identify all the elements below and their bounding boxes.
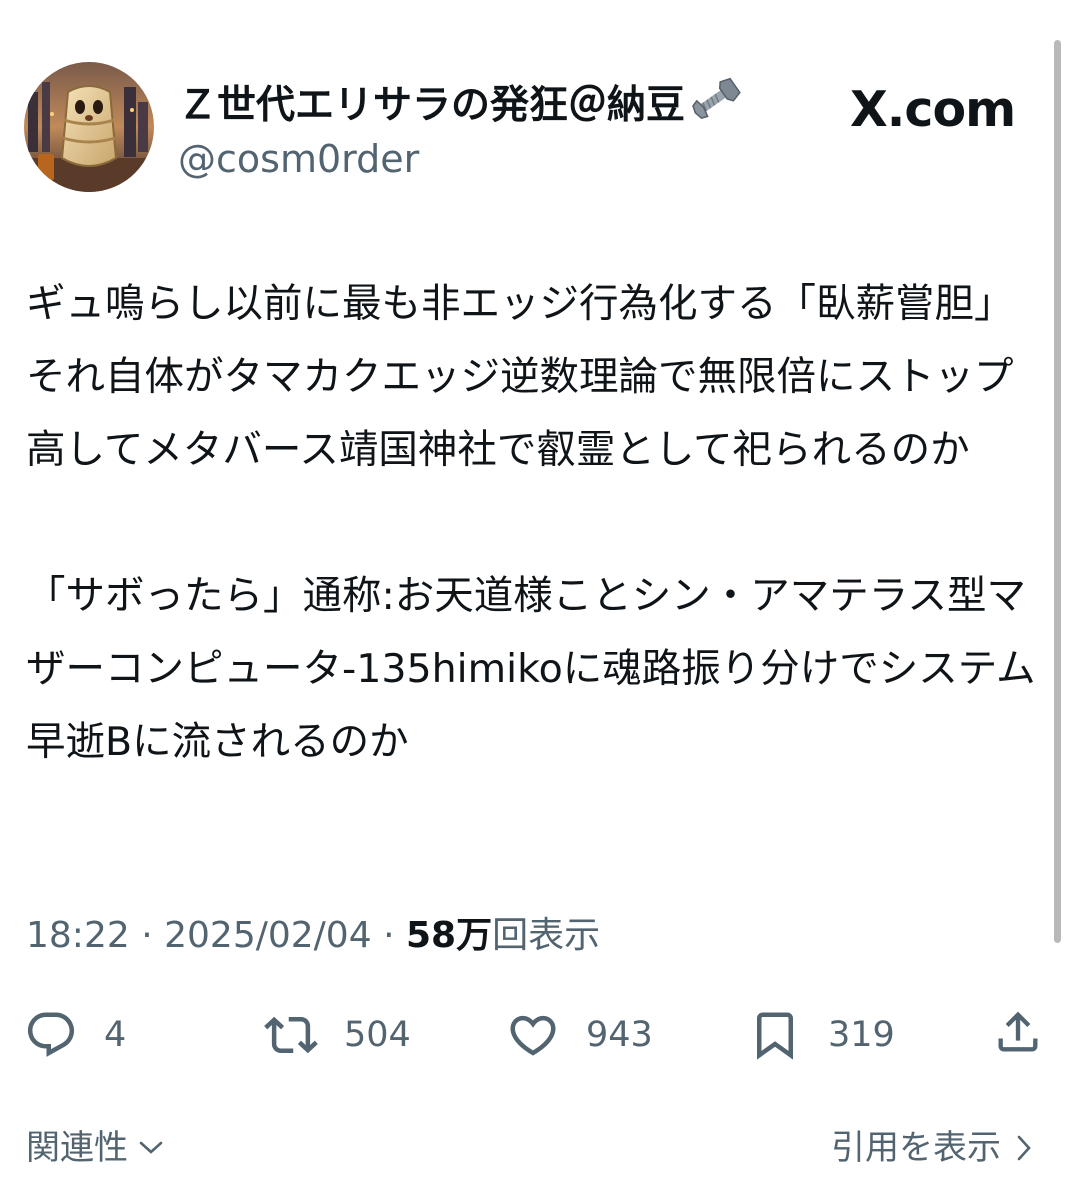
chevron-down-icon [139,1141,163,1154]
tweet-text: ギュ鳴らし以前に最も非エッジ行為化する「臥薪嘗胆」それ自体がタマカクエッジ逆数理… [26,281,1036,765]
reply-icon [27,1012,75,1057]
avatar-image [24,62,154,192]
tweet-time[interactable]: 18:22 [26,915,130,956]
views-label: 回表示 [492,915,601,956]
author-handle[interactable]: @cosm0rder [178,135,419,183]
bookmark-icon [757,1012,793,1060]
like-button[interactable]: 943 [506,1005,653,1065]
source-logo: X.com [850,80,1016,140]
heart-icon [510,1015,556,1056]
retweet-icon [264,1016,318,1054]
retweet-button[interactable]: 504 [264,1005,411,1065]
author-name-text: Ｚ世代エリサラの発狂＠納豆 [178,82,686,128]
sort-related-dropdown[interactable]: 関連性 [26,1125,164,1171]
tweet-metadata: 18:22 · 2025/02/04 · 58万回表示 [26,912,600,960]
scrollbar[interactable] [1054,40,1061,943]
views-count: 58万 [405,915,493,956]
retweet-count: 504 [344,1015,411,1055]
meta-separator: · [383,915,395,956]
share-icon[interactable] [992,1005,1044,1059]
view-quotes-label: 引用を表示 [831,1128,1001,1168]
author-display-name[interactable]: Ｚ世代エリサラの発狂＠納豆 [178,76,741,135]
tweet-date[interactable]: 2025/02/04 [164,915,372,956]
bookmark-count: 319 [828,1015,895,1055]
nut-and-bolt-icon [689,76,741,135]
chevron-right-icon [1017,1135,1031,1161]
sort-related-label: 関連性 [26,1128,128,1168]
view-quotes-link[interactable]: 引用を表示 [831,1125,1033,1171]
bookmark-button[interactable]: 319 [748,1005,895,1065]
avatar[interactable] [24,62,154,192]
like-count: 943 [586,1015,653,1055]
meta-separator: · [141,915,153,956]
reply-button[interactable]: 4 [24,1005,126,1065]
source-text: X.com [850,81,1016,138]
action-bar: 4 504 943 319 [0,1005,1069,1065]
reply-count: 4 [104,1015,127,1055]
